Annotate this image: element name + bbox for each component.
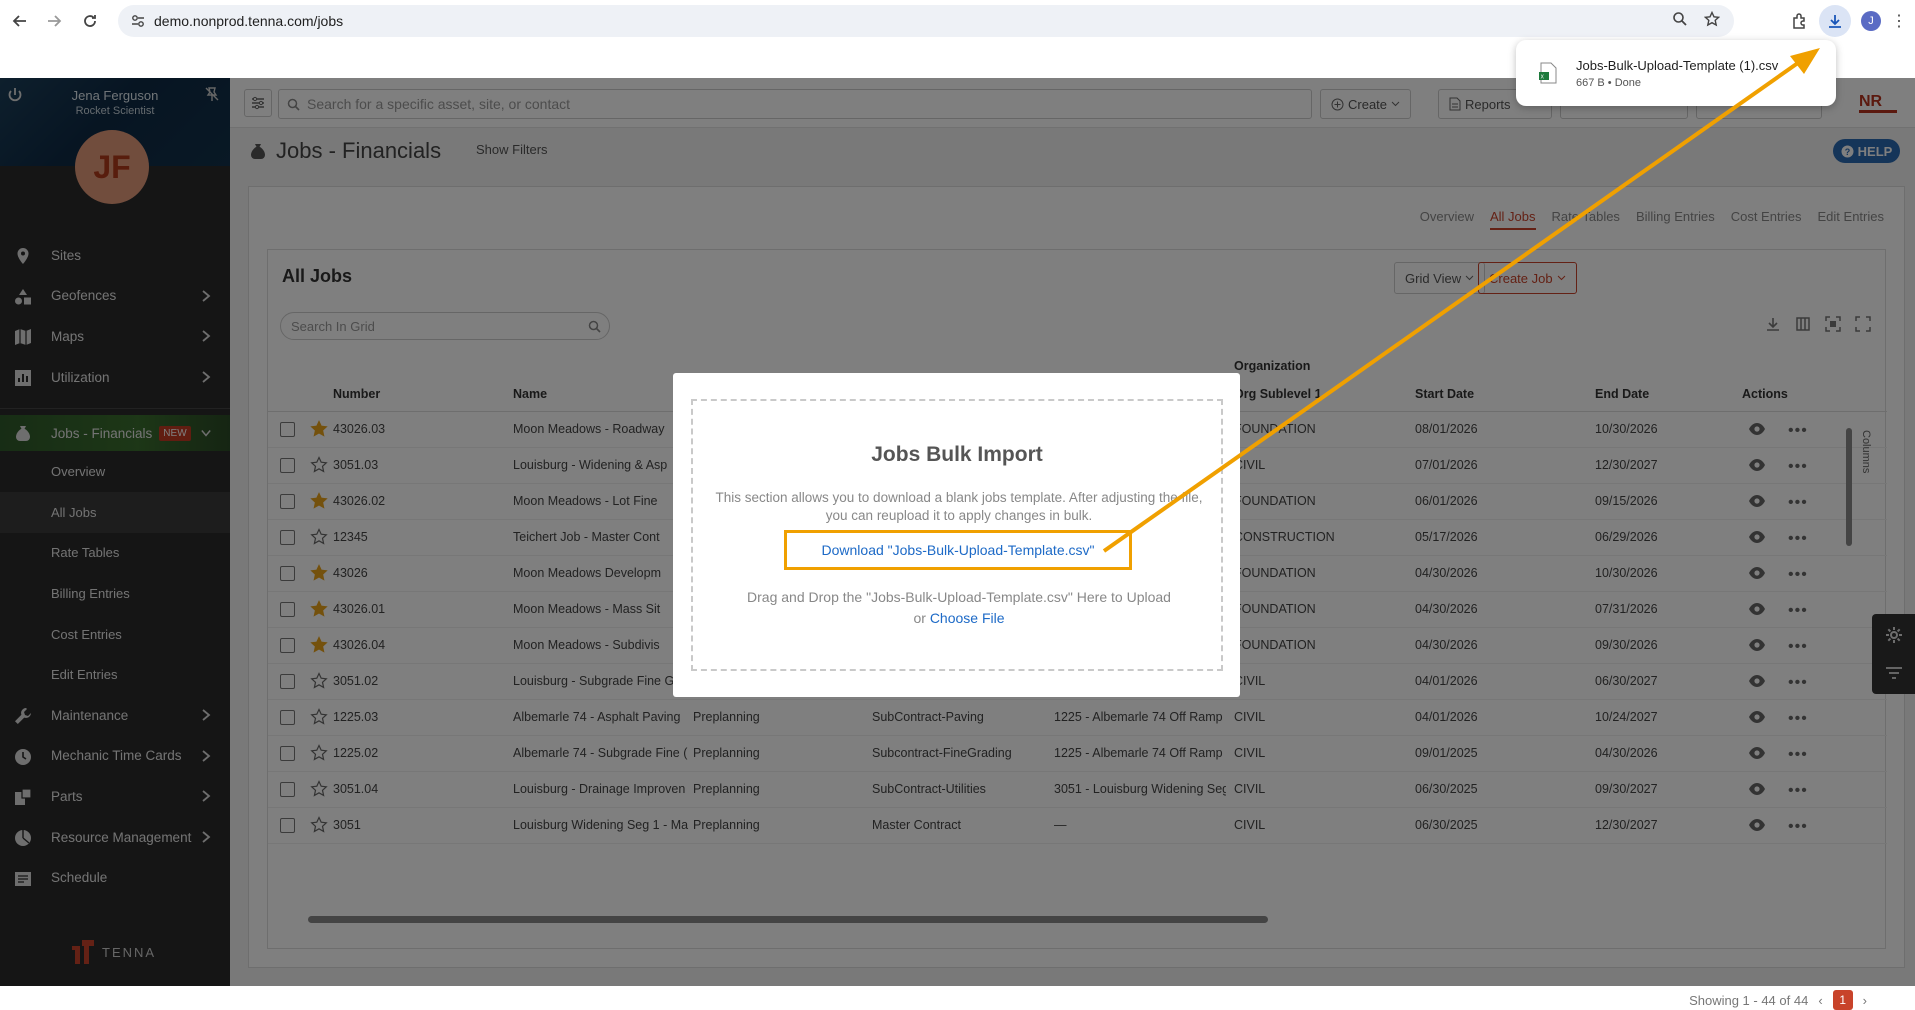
next-page-icon[interactable]: › — [1863, 993, 1867, 1008]
download-icon — [1829, 15, 1841, 28]
browser-menu-icon[interactable]: ⋮ — [1891, 11, 1907, 31]
reload-button[interactable] — [74, 5, 106, 37]
back-arrow-icon — [12, 15, 26, 27]
bookmark-star-icon[interactable] — [1704, 11, 1720, 27]
jobs-bulk-import-modal: Jobs Bulk Import This section allows you… — [673, 373, 1240, 697]
browser-toolbar: demo.nonprod.tenna.com/jobs J ⋮ — [0, 0, 1915, 42]
address-bar[interactable]: demo.nonprod.tenna.com/jobs — [118, 5, 1734, 37]
site-settings-icon[interactable] — [130, 13, 146, 29]
file-drop-zone[interactable]: Jobs Bulk Import This section allows you… — [691, 399, 1223, 671]
downloads-button[interactable] — [1819, 5, 1851, 37]
zoom-icon[interactable] — [1672, 11, 1688, 27]
csv-file-icon: X — [1539, 62, 1557, 84]
forward-arrow-icon — [48, 15, 62, 27]
prev-page-icon[interactable]: ‹ — [1818, 993, 1822, 1008]
drag-drop-instructions: Drag and Drop the "Jobs-Bulk-Upload-Temp… — [707, 587, 1211, 629]
svg-text:X: X — [1541, 75, 1545, 81]
profile-avatar[interactable]: J — [1861, 11, 1881, 31]
or-text: or — [913, 610, 926, 626]
pagination-text: Showing 1 - 44 of 44 — [1689, 992, 1809, 1008]
forward-button[interactable] — [38, 5, 70, 37]
drag-drop-text: Drag and Drop the "Jobs-Bulk-Upload-Temp… — [747, 589, 1171, 605]
download-file-meta: 667 B • Done — [1576, 77, 1642, 89]
modal-description: This section allows you to download a bl… — [715, 490, 1203, 523]
choose-file-link[interactable]: Choose File — [930, 610, 1005, 626]
download-file-name[interactable]: Jobs-Bulk-Upload-Template (1).csv — [1576, 58, 1778, 73]
reload-icon — [84, 15, 96, 27]
extensions-icon[interactable] — [1791, 12, 1809, 30]
download-template-link[interactable]: Download "Jobs-Bulk-Upload-Template.csv" — [822, 542, 1095, 558]
download-link-highlight: Download "Jobs-Bulk-Upload-Template.csv" — [784, 530, 1132, 570]
modal-title: Jobs Bulk Import — [871, 443, 1043, 466]
back-button[interactable] — [4, 5, 36, 37]
current-page-button[interactable]: 1 — [1832, 990, 1853, 1010]
pagination: Showing 1 - 44 of 44 ‹ 1 › — [1689, 990, 1867, 1010]
url-text: demo.nonprod.tenna.com/jobs — [154, 13, 344, 29]
download-bubble: X Jobs-Bulk-Upload-Template (1).csv 667 … — [1516, 40, 1836, 106]
